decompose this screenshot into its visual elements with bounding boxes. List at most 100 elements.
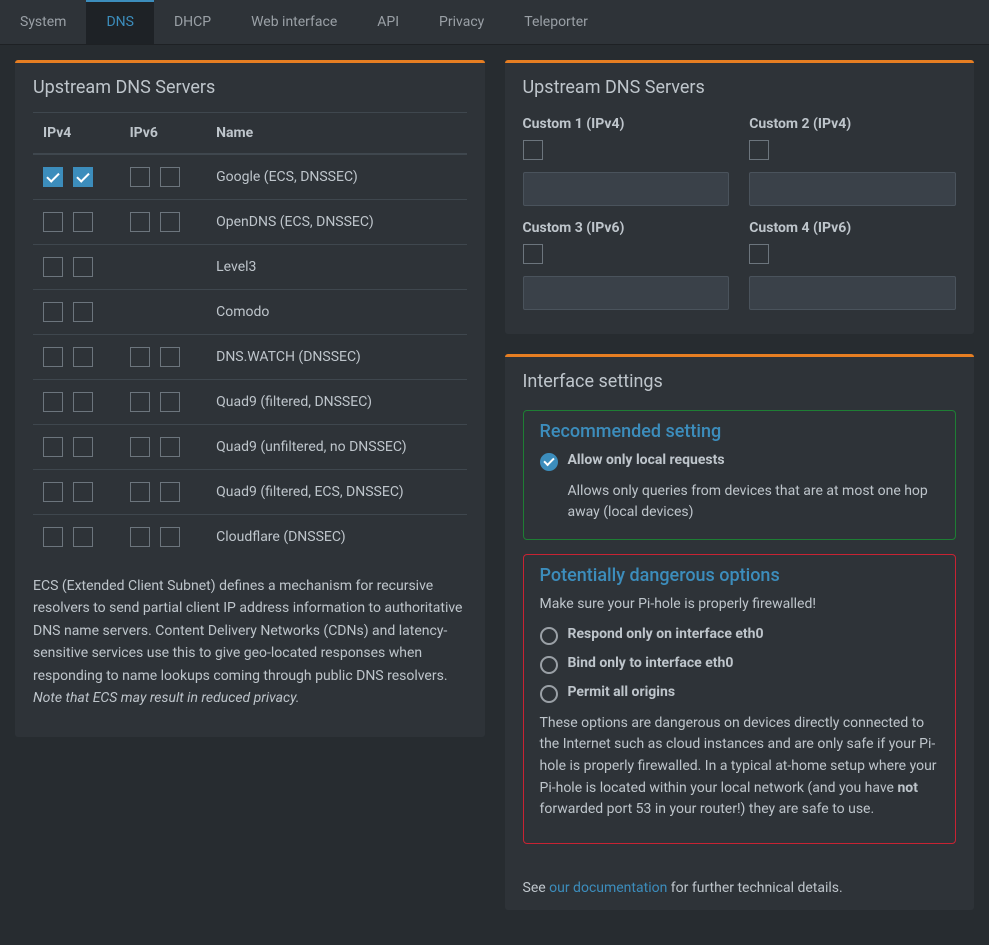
upstream-dns-card: Upstream DNS Servers IPv4 IPv6 Name Goog… [15,60,485,737]
dns-ipv4-checkbox[interactable] [43,392,63,412]
tab-web-interface[interactable]: Web interface [231,0,357,44]
custom-dns-item: Custom 4 (IPv6) [749,220,956,310]
fieldset-legend: Recommended setting [540,421,940,442]
dns-ipv6-checkbox[interactable] [160,167,180,187]
dns-ipv4-checkbox[interactable] [73,347,93,367]
table-row: Cloudflare (DNSSEC) [33,515,467,560]
dns-ipv4-checkbox[interactable] [73,302,93,322]
table-row: Quad9 (filtered, ECS, DNSSEC) [33,470,467,515]
custom-dns-checkbox[interactable] [749,140,769,160]
dns-ipv4-checkbox[interactable] [43,437,63,457]
dns-ipv6-checkbox[interactable] [160,527,180,547]
dns-provider-name: Google (ECS, DNSSEC) [206,154,466,200]
dns-ipv4-checkbox[interactable] [43,212,63,232]
custom-dns-input[interactable] [749,276,956,310]
dns-ipv6-checkbox[interactable] [130,437,150,457]
radio-option[interactable] [540,685,558,703]
dns-ipv4-checkbox[interactable] [43,527,63,547]
dns-ipv6-checkbox[interactable] [160,212,180,232]
custom-dns-item: Custom 3 (IPv6) [523,220,730,310]
dns-ipv6-checkbox[interactable] [130,527,150,547]
tab-api[interactable]: API [357,0,419,44]
tab-dns[interactable]: DNS [86,0,154,44]
table-row: Google (ECS, DNSSEC) [33,154,467,200]
tab-privacy[interactable]: Privacy [419,0,504,44]
ecs-note: ECS (Extended Client Subnet) defines a m… [33,559,467,719]
dns-provider-name: Quad9 (unfiltered, no DNSSEC) [206,425,466,470]
dns-provider-name: DNS.WATCH (DNSSEC) [206,335,466,380]
dangerous-fieldset: Potentially dangerous options Make sure … [523,554,957,844]
dns-ipv4-checkbox[interactable] [73,437,93,457]
danger-paragraph: These options are dangerous on devices d… [540,713,940,821]
custom-dns-checkbox[interactable] [523,244,543,264]
radio-label: Allow only local requests [568,452,725,468]
table-row: Quad9 (unfiltered, no DNSSEC) [33,425,467,470]
th-name: Name [206,113,466,155]
dns-ipv4-checkbox[interactable] [43,167,63,187]
documentation-link[interactable]: our documentation [549,880,667,896]
recommended-fieldset: Recommended setting Allow only local req… [523,410,957,540]
dns-ipv4-checkbox[interactable] [43,257,63,277]
card-title: Upstream DNS Servers [15,63,485,112]
dns-ipv4-checkbox[interactable] [73,167,93,187]
dns-ipv4-checkbox[interactable] [43,482,63,502]
table-row: Quad9 (filtered, DNSSEC) [33,380,467,425]
table-row: Level3 [33,245,467,290]
radio-label: Permit all origins [568,684,676,700]
dns-provider-name: Quad9 (filtered, DNSSEC) [206,380,466,425]
upstream-dns-table: IPv4 IPv6 Name Google (ECS, DNSSEC)OpenD… [33,112,467,559]
th-ipv6: IPv6 [120,113,207,155]
table-row: OpenDNS (ECS, DNSSEC) [33,200,467,245]
table-row: DNS.WATCH (DNSSEC) [33,335,467,380]
dns-ipv6-checkbox[interactable] [160,392,180,412]
dns-provider-name: Level3 [206,245,466,290]
radio-label: Bind only to interface eth0 [568,655,734,671]
radio-option[interactable] [540,656,558,674]
custom-dns-input[interactable] [749,172,956,206]
radio-desc: Allows only queries from devices that ar… [568,481,940,523]
custom-dns-input[interactable] [523,172,730,206]
radio-label: Respond only on interface eth0 [568,626,764,642]
dns-ipv4-checkbox[interactable] [73,482,93,502]
tab-teleporter[interactable]: Teleporter [504,0,608,44]
dns-provider-name: OpenDNS (ECS, DNSSEC) [206,200,466,245]
dns-provider-name: Quad9 (filtered, ECS, DNSSEC) [206,470,466,515]
custom-dns-label: Custom 1 (IPv4) [523,116,730,132]
dns-ipv6-checkbox[interactable] [160,482,180,502]
tab-dhcp[interactable]: DHCP [154,0,231,44]
dns-ipv4-checkbox[interactable] [73,527,93,547]
interface-settings-card: Interface settings Recommended setting A… [505,354,975,910]
fieldset-legend: Potentially dangerous options [540,565,940,586]
dns-ipv6-checkbox[interactable] [160,347,180,367]
dns-ipv6-checkbox[interactable] [130,482,150,502]
card-title: Upstream DNS Servers [505,63,975,112]
custom-dns-item: Custom 2 (IPv4) [749,116,956,206]
dns-ipv4-checkbox[interactable] [73,257,93,277]
card-title: Interface settings [505,357,975,406]
custom-dns-checkbox[interactable] [523,140,543,160]
custom-dns-label: Custom 2 (IPv4) [749,116,956,132]
th-ipv4: IPv4 [33,113,120,155]
radio-option[interactable] [540,627,558,645]
custom-dns-input[interactable] [523,276,730,310]
dns-ipv4-checkbox[interactable] [73,212,93,232]
table-row: Comodo [33,290,467,335]
dns-ipv4-checkbox[interactable] [43,302,63,322]
dns-ipv6-checkbox[interactable] [160,437,180,457]
custom-dns-item: Custom 1 (IPv4) [523,116,730,206]
firewall-warning: Make sure your Pi-hole is properly firew… [540,594,940,616]
custom-dns-checkbox[interactable] [749,244,769,264]
dns-ipv6-checkbox[interactable] [130,392,150,412]
dns-provider-name: Comodo [206,290,466,335]
custom-dns-label: Custom 4 (IPv6) [749,220,956,236]
custom-dns-label: Custom 3 (IPv6) [523,220,730,236]
dns-ipv4-checkbox[interactable] [73,392,93,412]
dns-ipv4-checkbox[interactable] [43,347,63,367]
radio-allow-local[interactable] [540,453,558,471]
dns-provider-name: Cloudflare (DNSSEC) [206,515,466,560]
tab-system[interactable]: System [0,0,86,44]
dns-ipv6-checkbox[interactable] [130,347,150,367]
dns-ipv6-checkbox[interactable] [130,167,150,187]
dns-ipv6-checkbox[interactable] [130,212,150,232]
documentation-line: See our documentation for further techni… [505,876,975,910]
